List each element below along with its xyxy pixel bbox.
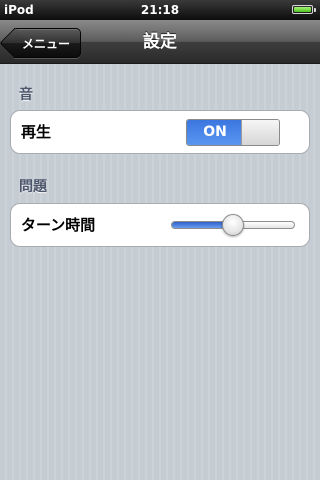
playback-label: 再生 — [21, 123, 52, 141]
turn-time-label: ターン時間 — [21, 216, 96, 234]
slider-thumb[interactable] — [222, 214, 244, 236]
battery-icon — [292, 5, 313, 14]
page-title: 設定 — [143, 32, 177, 52]
settings-screen: { "status_bar": { "carrier": "iPod", "ti… — [0, 0, 320, 480]
status-bar: iPod 21:18 — [0, 0, 320, 20]
switch-on-label: ON — [187, 120, 243, 145]
navigation-bar: メニュー 設定 — [0, 20, 320, 64]
turn-time-row: ターン時間 — [10, 203, 310, 247]
battery-level — [294, 7, 311, 12]
status-time: 21:18 — [140, 3, 180, 17]
battery-tip — [314, 8, 316, 12]
playback-switch[interactable]: ON — [186, 119, 280, 146]
switch-knob[interactable] — [241, 120, 279, 145]
section-header-question: 問題 — [19, 179, 47, 195]
playback-row: 再生 ON — [10, 110, 310, 154]
section-header-sound: 音 — [19, 87, 33, 103]
turn-time-slider[interactable] — [171, 214, 295, 236]
